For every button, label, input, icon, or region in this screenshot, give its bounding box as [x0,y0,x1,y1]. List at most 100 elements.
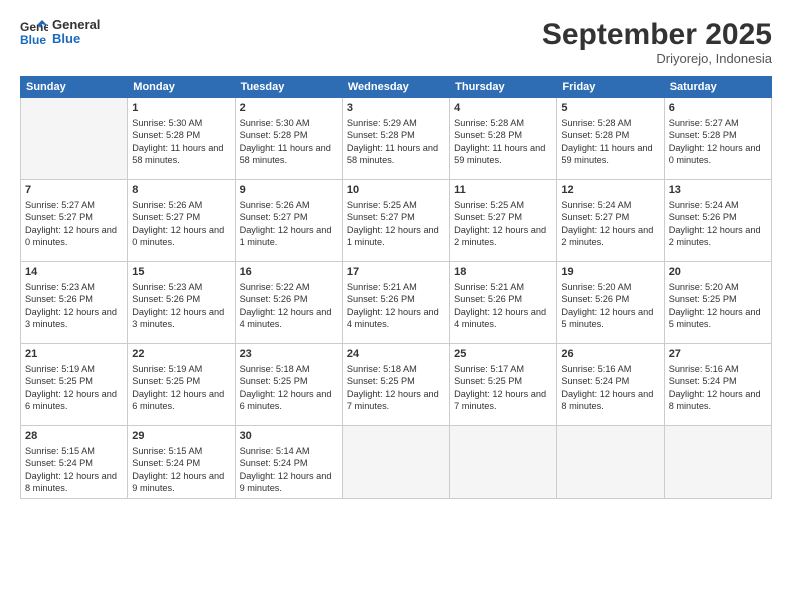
daylight-label: Daylight: 11 hours and 58 minutes. [347,143,438,165]
sunrise-label: Sunrise: 5:26 AM [240,200,310,210]
day-number: 14 [25,265,123,280]
calendar-cell: 27Sunrise: 5:16 AMSunset: 5:24 PMDayligh… [664,344,771,426]
calendar-cell: 13Sunrise: 5:24 AMSunset: 5:26 PMDayligh… [664,180,771,262]
day-number: 22 [132,347,230,362]
daylight-label: Daylight: 12 hours and 4 minutes. [347,307,439,329]
sunset-label: Sunset: 5:28 PM [669,130,737,140]
day-number: 3 [347,101,445,116]
sunrise-label: Sunrise: 5:26 AM [132,200,202,210]
sunrise-label: Sunrise: 5:18 AM [240,364,310,374]
sunrise-label: Sunrise: 5:22 AM [240,282,310,292]
sunrise-label: Sunrise: 5:23 AM [132,282,202,292]
daylight-label: Daylight: 12 hours and 5 minutes. [561,307,653,329]
sunrise-label: Sunrise: 5:21 AM [347,282,417,292]
page: General Blue General Blue September 2025… [0,0,792,612]
month-title: September 2025 [542,18,772,51]
sunrise-label: Sunrise: 5:15 AM [132,446,202,456]
calendar-cell [664,426,771,499]
daylight-label: Daylight: 12 hours and 1 minute. [347,225,439,247]
calendar-cell [342,426,449,499]
sunset-label: Sunset: 5:25 PM [669,294,737,304]
daylight-label: Daylight: 11 hours and 58 minutes. [132,143,223,165]
sunrise-label: Sunrise: 5:20 AM [561,282,631,292]
sunrise-label: Sunrise: 5:30 AM [132,118,202,128]
daylight-label: Daylight: 12 hours and 0 minutes. [132,225,224,247]
daylight-label: Daylight: 11 hours and 58 minutes. [240,143,331,165]
sunrise-label: Sunrise: 5:21 AM [454,282,524,292]
calendar-cell: 9Sunrise: 5:26 AMSunset: 5:27 PMDaylight… [235,180,342,262]
calendar-cell: 15Sunrise: 5:23 AMSunset: 5:26 PMDayligh… [128,262,235,344]
sunrise-label: Sunrise: 5:30 AM [240,118,310,128]
sunset-label: Sunset: 5:28 PM [454,130,522,140]
th-thursday: Thursday [450,77,557,98]
calendar-cell: 3 Sunrise: 5:29 AM Sunset: 5:28 PM Daylight… [342,98,449,180]
day-number: 23 [240,347,338,362]
calendar-cell: 21Sunrise: 5:19 AMSunset: 5:25 PMDayligh… [21,344,128,426]
calendar-cell: 18Sunrise: 5:21 AMSunset: 5:26 PMDayligh… [450,262,557,344]
sunrise-label: Sunrise: 5:23 AM [25,282,95,292]
sunrise-label: Sunrise: 5:19 AM [25,364,95,374]
th-friday: Friday [557,77,664,98]
day-number: 2 [240,101,338,116]
svg-text:Blue: Blue [20,33,46,46]
logo-text: General Blue [52,18,100,47]
sunrise-label: Sunrise: 5:28 AM [561,118,631,128]
sunrise-label: Sunrise: 5:14 AM [240,446,310,456]
sunset-label: Sunset: 5:24 PM [561,376,629,386]
daylight-label: Daylight: 12 hours and 2 minutes. [454,225,546,247]
day-number: 28 [25,429,123,444]
sunset-label: Sunset: 5:24 PM [240,458,308,468]
day-number: 13 [669,183,767,198]
day-number: 24 [347,347,445,362]
day-number: 7 [25,183,123,198]
sunrise-label: Sunrise: 5:24 AM [669,200,739,210]
sunset-label: Sunset: 5:25 PM [132,376,200,386]
sunset-label: Sunset: 5:25 PM [454,376,522,386]
sunrise-label: Sunrise: 5:15 AM [25,446,95,456]
calendar-cell: 22 Sunrise: 5:19 AM Sunset: 5:25 PM Dayligh… [128,344,235,426]
daylight-label: Daylight: 12 hours and 8 minutes. [669,389,761,411]
title-block: September 2025 Driyorejo, Indonesia [542,18,772,66]
sunset-label: Sunset: 5:26 PM [561,294,629,304]
day-number: 17 [347,265,445,280]
daylight-label: Daylight: 12 hours and 2 minutes. [669,225,761,247]
th-monday: Monday [128,77,235,98]
day-number: 27 [669,347,767,362]
daylight-label: Daylight: 12 hours and 4 minutes. [454,307,546,329]
sunrise-label: Sunrise: 5:27 AM [25,200,95,210]
daylight-label: Daylight: 12 hours and 9 minutes. [132,471,224,493]
sunset-label: Sunset: 5:28 PM [347,130,415,140]
sunrise-label: Sunrise: 5:29 AM [347,118,417,128]
calendar-cell [557,426,664,499]
day-number: 29 [132,429,230,444]
sunrise-label: Sunrise: 5:19 AM [132,364,202,374]
calendar-cell: 26Sunrise: 5:16 AMSunset: 5:24 PMDayligh… [557,344,664,426]
daylight-label: Daylight: 12 hours and 0 minutes. [669,143,761,165]
daylight-label: Daylight: 12 hours and 3 minutes. [132,307,224,329]
day-number: 25 [454,347,552,362]
daylight-label: Daylight: 11 hours and 59 minutes. [454,143,545,165]
calendar-cell: 2Sunrise: 5:30 AMSunset: 5:28 PMDaylight… [235,98,342,180]
day-number: 16 [240,265,338,280]
calendar: Sunday Monday Tuesday Wednesday Thursday… [20,76,772,499]
sunset-label: Sunset: 5:24 PM [669,376,737,386]
sunrise-label: Sunrise: 5:27 AM [669,118,739,128]
daylight-label: Daylight: 12 hours and 7 minutes. [454,389,546,411]
calendar-cell: 28Sunrise: 5:15 AMSunset: 5:24 PMDayligh… [21,426,128,499]
daylight-label: Daylight: 12 hours and 0 minutes. [25,225,117,247]
day-number: 18 [454,265,552,280]
calendar-cell: 25Sunrise: 5:17 AMSunset: 5:25 PMDayligh… [450,344,557,426]
sunrise-label: Sunrise: 5:28 AM [454,118,524,128]
calendar-cell: 6Sunrise: 5:27 AMSunset: 5:28 PMDaylight… [664,98,771,180]
sunset-label: Sunset: 5:27 PM [561,212,629,222]
daylight-label: Daylight: 12 hours and 5 minutes. [669,307,761,329]
sunset-label: Sunset: 5:25 PM [240,376,308,386]
calendar-cell: 4Sunrise: 5:28 AMSunset: 5:28 PMDaylight… [450,98,557,180]
header: General Blue General Blue September 2025… [20,18,772,66]
daylight-label: Daylight: 12 hours and 6 minutes. [25,389,117,411]
daylight-label: Daylight: 11 hours and 59 minutes. [561,143,652,165]
day-number: 8 [132,183,230,198]
daylight-label: Daylight: 12 hours and 6 minutes. [132,389,224,411]
calendar-cell: 11Sunrise: 5:25 AMSunset: 5:27 PMDayligh… [450,180,557,262]
sunset-label: Sunset: 5:27 PM [132,212,200,222]
